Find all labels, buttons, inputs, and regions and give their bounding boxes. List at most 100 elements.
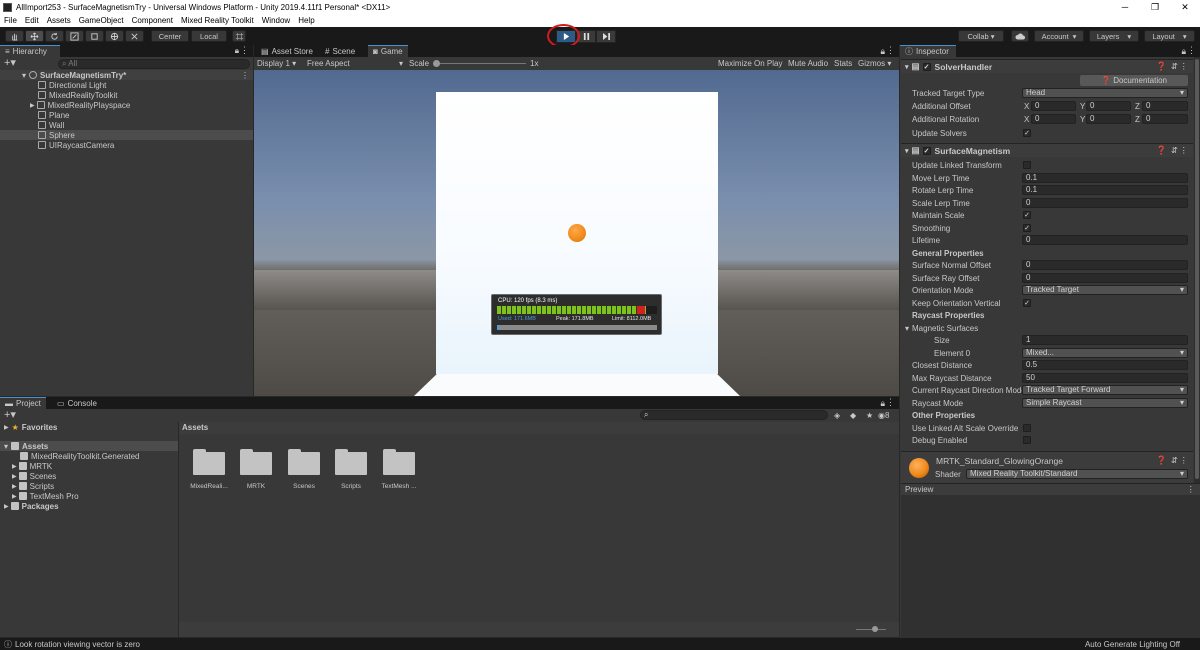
magnetic-surfaces-label[interactable]: Magnetic Surfaces: [912, 324, 978, 333]
status-lighting[interactable]: Auto Generate Lighting Off: [1085, 640, 1180, 649]
lock-icon[interactable]: 🔒︎: [880, 46, 885, 57]
filter-type-icon[interactable]: ◈: [834, 411, 840, 420]
hierarchy-item-uiraycastcamera[interactable]: UIRaycastCamera: [38, 140, 114, 150]
additional-rotation-z[interactable]: 0: [1142, 114, 1188, 124]
pivot-center-button[interactable]: Center: [151, 30, 189, 42]
icon-size-slider-handle[interactable]: [872, 626, 878, 632]
scene-menu-icon[interactable]: ⋮: [241, 71, 249, 80]
scale-slider-track[interactable]: [434, 63, 526, 64]
rotate-lerp-time-field[interactable]: 0.1: [1022, 185, 1188, 195]
help-icon[interactable]: ❓: [1156, 61, 1167, 72]
menu-help[interactable]: Help: [294, 16, 318, 25]
element-0-dropdown[interactable]: Mixed... ▾: [1022, 348, 1188, 358]
preset-icon[interactable]: ⇵: [1171, 455, 1178, 466]
tab-game[interactable]: ◙ Game: [368, 45, 408, 57]
panel-menu-icon[interactable]: ⋮: [886, 45, 895, 56]
menu-component[interactable]: Component: [128, 16, 177, 25]
rotate-tool-button[interactable]: [45, 30, 64, 42]
menu-gameobject[interactable]: GameObject: [75, 16, 128, 25]
keep-orientation-vertical-checkbox[interactable]: ✓: [1023, 299, 1031, 307]
game-viewport[interactable]: CPU: 120 fps (8.3 ms) Used: 171.6MB Peak…: [254, 70, 899, 396]
surface-magnetism-header[interactable]: ▾ ▤ ✓ SurfaceMagnetism ❓ ⇵ ⋮: [901, 143, 1193, 157]
project-tree-item-scenes[interactable]: ▶ Scenes: [12, 471, 56, 481]
surface-magnetism-enabled-checkbox[interactable]: ✓: [922, 146, 931, 155]
close-button[interactable]: ✕: [1170, 0, 1200, 14]
asset-folder-textmesh[interactable]: [383, 449, 415, 475]
asset-folder-mrtk[interactable]: [240, 449, 272, 475]
gizmos-dropdown[interactable]: Gizmos ▾: [858, 59, 891, 68]
project-tree-item-textmesh-pro[interactable]: ▶ TextMesh Pro: [12, 491, 79, 501]
hierarchy-item-directional-light[interactable]: Directional Light: [38, 80, 106, 90]
material-header[interactable]: MRTK_Standard_GlowingOrange Shader Mixed…: [901, 451, 1193, 483]
panel-menu-icon[interactable]: ⋮: [1187, 45, 1196, 56]
panel-menu-icon[interactable]: ⋮: [240, 45, 249, 56]
tab-inspector[interactable]: ⓘ Inspector: [900, 45, 956, 57]
maintain-scale-checkbox[interactable]: ✓: [1023, 211, 1031, 219]
scale-tool-button[interactable]: [65, 30, 84, 42]
help-icon[interactable]: ❓: [1156, 145, 1167, 156]
menu-window[interactable]: Window: [258, 16, 294, 25]
foldout-collapsed-icon[interactable]: ▶: [30, 102, 35, 109]
surface-ray-offset-field[interactable]: 0: [1022, 273, 1188, 283]
project-search-input[interactable]: ⌕: [640, 410, 828, 420]
solver-handler-header[interactable]: ▾ ▤ ✓ SolverHandler ❓ ⇵ ⋮: [901, 59, 1193, 73]
help-icon[interactable]: ❓: [1156, 455, 1167, 466]
hierarchy-item-mixedrealitytoolkit[interactable]: MixedRealityToolkit: [38, 90, 117, 100]
tracked-target-type-dropdown[interactable]: Head ▾: [1022, 88, 1188, 98]
preview-header[interactable]: Preview ⋮: [901, 483, 1200, 495]
mute-audio-toggle[interactable]: Mute Audio: [788, 59, 828, 68]
stats-toggle[interactable]: Stats: [834, 59, 852, 68]
current-raycast-direction-mode-dropdown[interactable]: Tracked Target Forward ▾: [1022, 385, 1188, 395]
additional-rotation-x[interactable]: 0: [1031, 114, 1076, 124]
transform-tool-button[interactable]: [105, 30, 124, 42]
hierarchy-item-plane[interactable]: Plane: [38, 110, 69, 120]
filter-label-icon[interactable]: ◆: [850, 411, 856, 420]
inspector-scroll-thumb[interactable]: [1195, 59, 1199, 479]
asset-folder-scenes[interactable]: [288, 449, 320, 475]
layout-dropdown[interactable]: Layout ▾: [1144, 30, 1195, 42]
scene-root-row[interactable]: ▾ SurfaceMagnetismTry* ⋮: [0, 70, 253, 80]
maximize-button[interactable]: ❐: [1140, 0, 1170, 14]
menu-assets[interactable]: Assets: [43, 16, 75, 25]
lifetime-field[interactable]: 0: [1022, 235, 1188, 245]
hierarchy-item-sphere[interactable]: Sphere: [0, 130, 253, 140]
pivot-local-button[interactable]: Local: [191, 30, 227, 42]
minimize-button[interactable]: ─: [1110, 0, 1140, 14]
aspect-dropdown[interactable]: Free Aspect ▾: [307, 59, 403, 68]
tab-asset-store[interactable]: ▤ Asset Store: [256, 45, 318, 57]
closest-distance-field[interactable]: 0.5: [1022, 360, 1188, 370]
step-button[interactable]: [596, 30, 616, 43]
additional-offset-y[interactable]: 0: [1086, 101, 1131, 111]
grid-snap-button[interactable]: [232, 30, 246, 42]
maximize-on-play-toggle[interactable]: Maximize On Play: [718, 59, 782, 68]
move-tool-button[interactable]: [25, 30, 44, 42]
preset-icon[interactable]: ⇵: [1171, 145, 1178, 156]
menu-edit[interactable]: Edit: [21, 16, 43, 25]
star-filter-icon[interactable]: ★: [866, 411, 873, 420]
hierarchy-item-mixedrealityplayspace[interactable]: ▶ MixedRealityPlayspace: [30, 100, 130, 110]
favorites-row[interactable]: ▶ ★ Favorites: [4, 422, 57, 432]
tab-scene[interactable]: # Scene: [320, 45, 360, 57]
raycast-mode-dropdown[interactable]: Simple Raycast ▾: [1022, 398, 1188, 408]
panel-menu-icon[interactable]: ⋮: [886, 397, 895, 408]
cloud-services-button[interactable]: [1011, 30, 1029, 42]
shader-dropdown[interactable]: Mixed Reality Toolkit/Standard ▾: [966, 469, 1188, 479]
orientation-mode-dropdown[interactable]: Tracked Target ▾: [1022, 285, 1188, 295]
tab-project[interactable]: ▬ Project: [0, 397, 46, 409]
layers-dropdown[interactable]: Layers ▾: [1089, 30, 1139, 42]
smoothing-checkbox[interactable]: ✓: [1023, 224, 1031, 232]
asset-folder-mixedreali[interactable]: [193, 449, 225, 475]
packages-row[interactable]: ▶ Packages: [4, 501, 59, 511]
component-menu-icon[interactable]: ⋮: [1180, 455, 1189, 466]
rect-tool-button[interactable]: [85, 30, 104, 42]
component-menu-icon[interactable]: ⋮: [1180, 145, 1189, 156]
documentation-button[interactable]: ❓ Documentation: [1080, 75, 1188, 86]
panel-menu-icon[interactable]: ⋮: [1187, 484, 1196, 495]
lock-icon[interactable]: 🔒︎: [1181, 46, 1186, 57]
solver-handler-enabled-checkbox[interactable]: ✓: [922, 62, 931, 71]
debug-enabled-checkbox[interactable]: [1023, 436, 1031, 444]
hand-tool-button[interactable]: [5, 30, 24, 42]
component-menu-icon[interactable]: ⋮: [1180, 61, 1189, 72]
additional-offset-z[interactable]: 0: [1142, 101, 1188, 111]
icon-size-slider[interactable]: [856, 629, 886, 630]
